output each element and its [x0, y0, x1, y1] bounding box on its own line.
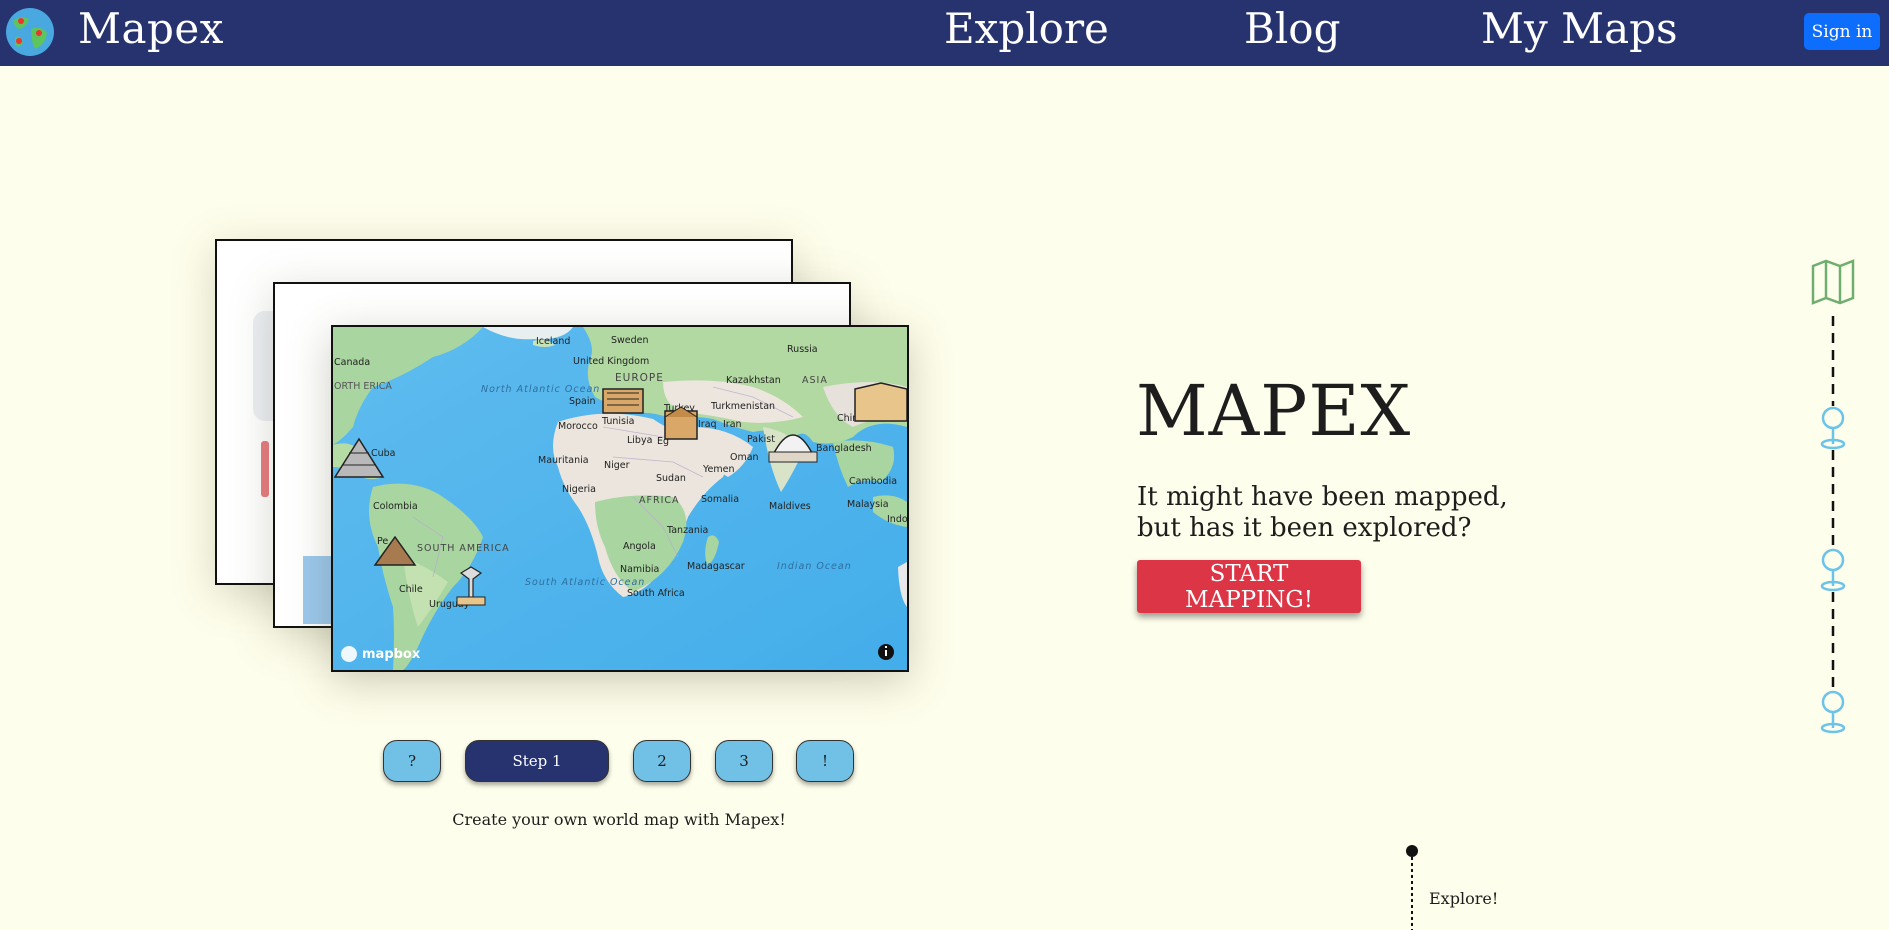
step-3-button[interactable]: 3	[715, 740, 773, 782]
map-label: Chile	[399, 584, 423, 595]
progress-timeline	[1811, 259, 1855, 734]
map-label: Mauritania	[538, 455, 589, 466]
step-intro-button[interactable]: ?	[383, 740, 441, 782]
map-label: Malaysia	[847, 499, 889, 510]
map-label: South Africa	[627, 588, 685, 599]
map-label: Iraq	[698, 419, 717, 430]
map-label: Tunisia	[601, 416, 634, 427]
map-label: Bangladesh	[816, 443, 872, 454]
map-label: Colombia	[373, 501, 418, 512]
map-label: SOUTH AMERICA	[417, 543, 510, 554]
map-label: Russia	[787, 344, 818, 355]
hero-title: MAPEX	[1136, 370, 1412, 452]
location-pin-icon[interactable]	[1820, 690, 1846, 734]
map-label: Canada	[334, 357, 370, 368]
map-label: Indo	[887, 514, 907, 525]
mapbox-attribution: mapbox	[362, 647, 421, 662]
map-label: Tanzania	[666, 525, 708, 536]
map-label: Kazakhstan	[726, 375, 781, 386]
map-label: Oman	[730, 452, 759, 463]
location-pin-icon[interactable]	[1820, 548, 1846, 592]
map-label: EUROPE	[615, 372, 664, 384]
map-label: Cambodia	[849, 476, 897, 487]
map-label: AFRICA	[639, 495, 680, 506]
map-label: ORTH ERICA	[334, 381, 392, 392]
map-label: Turkmenistan	[710, 401, 775, 412]
hero-tagline-1: It might have been mapped,	[1137, 482, 1508, 512]
map-label: Iceland	[536, 336, 570, 347]
map-label: North Atlantic Ocean	[481, 384, 600, 395]
map-label: Cuba	[371, 448, 396, 459]
landmark-icon[interactable]	[664, 406, 698, 440]
location-pin-icon[interactable]	[1820, 406, 1846, 450]
brand-link[interactable]: Mapex	[78, 4, 224, 53]
map-label: Spain	[569, 396, 596, 407]
sign-in-button[interactable]: Sign in	[1804, 13, 1880, 50]
map-label: Yemen	[702, 464, 735, 475]
card-decoration	[303, 556, 333, 624]
map-label: Madagascar	[687, 561, 745, 572]
card-decoration	[261, 441, 269, 497]
map-label: Angola	[623, 541, 656, 552]
map-label: Indian Ocean	[777, 561, 852, 572]
map-label: South Atlantic Ocean	[525, 577, 645, 588]
step-final-button[interactable]: !	[796, 740, 854, 782]
map-label: Sweden	[611, 335, 649, 346]
world-map: Iceland Sweden Russia United Kingdom Can…	[333, 327, 907, 670]
map-label: Pe	[377, 536, 388, 547]
nav-explore[interactable]: Explore	[944, 4, 1109, 53]
map-icon[interactable]	[1811, 259, 1855, 305]
step-1-button[interactable]: Step 1	[465, 740, 609, 782]
map-label: Pakist	[747, 434, 775, 445]
map-label: ASIA	[802, 375, 828, 386]
map-label: Nigeria	[562, 484, 596, 495]
map-preview[interactable]: Iceland Sweden Russia United Kingdom Can…	[331, 325, 909, 672]
map-label: Niger	[604, 460, 630, 471]
info-icon[interactable]	[878, 644, 894, 660]
hero-tagline-2: but has it been explored?	[1137, 513, 1472, 543]
map-label: Namibia	[620, 564, 659, 575]
step-caption: Create your own world map with Mapex!	[452, 810, 786, 829]
map-label: Somalia	[701, 494, 739, 505]
nav-my-maps[interactable]: My Maps	[1481, 4, 1678, 53]
explore-timeline-marker	[1406, 845, 1418, 930]
landmark-icon[interactable]	[854, 382, 907, 422]
start-mapping-button[interactable]: START MAPPING!	[1137, 560, 1361, 613]
map-label: Morocco	[558, 421, 598, 432]
step-2-button[interactable]: 2	[633, 740, 691, 782]
map-label: United Kingdom	[573, 356, 649, 367]
landmark-icon[interactable]	[602, 388, 644, 414]
globe-logo-icon[interactable]	[5, 7, 55, 57]
map-label: Maldives	[769, 501, 811, 512]
map-label: Iran	[723, 419, 742, 430]
map-label: Libya	[627, 435, 652, 446]
explore-label: Explore!	[1429, 889, 1499, 908]
navbar: Mapex Explore Blog My Maps Sign in	[0, 0, 1889, 66]
mapbox-logo-icon[interactable]: mapbox	[341, 646, 421, 662]
nav-blog[interactable]: Blog	[1244, 4, 1340, 53]
map-label: Sudan	[656, 473, 686, 484]
